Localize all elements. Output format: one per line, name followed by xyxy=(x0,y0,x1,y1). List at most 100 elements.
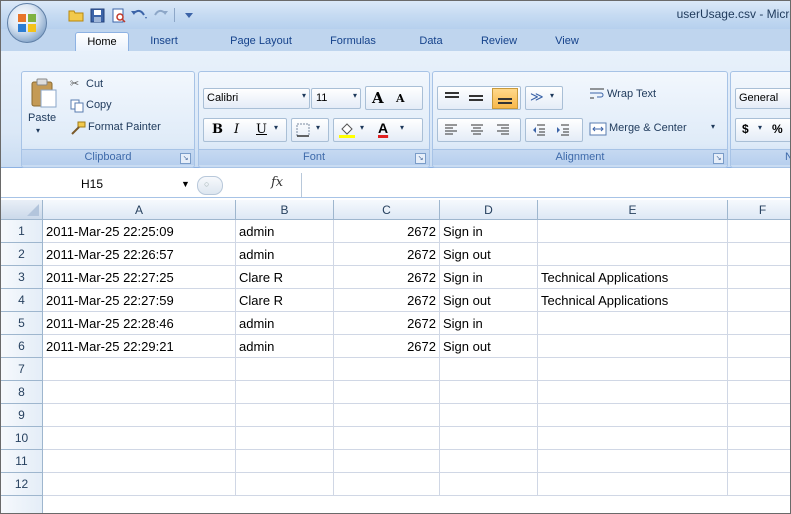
cell-f6[interactable] xyxy=(728,335,790,358)
cell-b12[interactable] xyxy=(236,473,334,496)
cell-b8[interactable] xyxy=(236,381,334,404)
fill-color-icon[interactable] xyxy=(338,121,356,139)
cell-b4[interactable]: Clare R xyxy=(236,289,334,312)
cell-f4[interactable] xyxy=(728,289,790,312)
tab-insert[interactable]: Insert xyxy=(141,32,187,51)
cell-e5[interactable] xyxy=(538,312,728,335)
cell-c7[interactable] xyxy=(334,358,440,381)
cell-c6[interactable]: 2672 xyxy=(334,335,440,358)
paste-button[interactable]: Paste ▾ xyxy=(26,76,62,148)
tab-review[interactable]: Review xyxy=(473,32,525,51)
cell-b1[interactable]: admin xyxy=(236,220,334,243)
cell-c10[interactable] xyxy=(334,427,440,450)
column-header-a[interactable]: A xyxy=(43,200,236,220)
cell-f7[interactable] xyxy=(728,358,790,381)
cell-d12[interactable] xyxy=(440,473,538,496)
tab-home[interactable]: Home xyxy=(75,32,129,52)
decrease-indent-icon[interactable] xyxy=(532,123,546,137)
cell-d8[interactable] xyxy=(440,381,538,404)
cell-a6[interactable]: 2011-Mar-25 22:29:21 xyxy=(43,335,236,358)
cell-d1[interactable]: Sign in xyxy=(440,220,538,243)
font-color-dropdown-icon[interactable]: ▾ xyxy=(400,123,404,132)
cell-e3[interactable]: Technical Applications xyxy=(538,266,728,289)
cell-a7[interactable] xyxy=(43,358,236,381)
formula-bar-expand-handle[interactable]: ○ xyxy=(197,176,223,195)
cell-d10[interactable] xyxy=(440,427,538,450)
cell-f9[interactable] xyxy=(728,404,790,427)
cell-d3[interactable]: Sign in xyxy=(440,266,538,289)
cell-a5[interactable]: 2011-Mar-25 22:28:46 xyxy=(43,312,236,335)
cell-a3[interactable]: 2011-Mar-25 22:27:25 xyxy=(43,266,236,289)
currency-dropdown-icon[interactable]: ▾ xyxy=(758,123,762,132)
cell-e7[interactable] xyxy=(538,358,728,381)
column-header-c[interactable]: C xyxy=(334,200,440,220)
cell-f5[interactable] xyxy=(728,312,790,335)
cell-e8[interactable] xyxy=(538,381,728,404)
cell-a11[interactable] xyxy=(43,450,236,473)
tab-view[interactable]: View xyxy=(545,32,589,51)
row-header[interactable] xyxy=(1,496,43,513)
cell-b7[interactable] xyxy=(236,358,334,381)
office-button[interactable] xyxy=(7,3,47,43)
cell-d2[interactable]: Sign out xyxy=(440,243,538,266)
orientation-button[interactable]: ≫ ▾ xyxy=(525,86,563,110)
cell-c5[interactable]: 2672 xyxy=(334,312,440,335)
currency-button[interactable]: $ xyxy=(742,122,749,136)
underline-dropdown-icon[interactable]: ▾ xyxy=(274,123,278,132)
row-header[interactable]: 1 xyxy=(1,220,43,243)
select-all-corner[interactable] xyxy=(1,200,43,220)
paste-dropdown-icon[interactable]: ▾ xyxy=(36,126,40,135)
row-header[interactable]: 4 xyxy=(1,289,43,312)
row-header[interactable]: 6 xyxy=(1,335,43,358)
align-bottom-button[interactable] xyxy=(492,88,518,109)
increase-indent-icon[interactable] xyxy=(556,123,570,137)
underline-button[interactable]: U xyxy=(256,122,267,137)
name-box[interactable]: H15 ▼ xyxy=(11,175,190,194)
cell-f1[interactable] xyxy=(728,220,790,243)
clipboard-dialog-launcher-icon[interactable]: ↘ xyxy=(180,153,191,164)
insert-function-icon[interactable]: fx xyxy=(271,175,283,190)
cell-c3[interactable]: 2672 xyxy=(334,266,440,289)
undo-icon[interactable] xyxy=(130,6,148,24)
redo-icon[interactable] xyxy=(151,6,169,24)
cell-a1[interactable]: 2011-Mar-25 22:25:09 xyxy=(43,220,236,243)
cell-c11[interactable] xyxy=(334,450,440,473)
column-header-f[interactable]: F xyxy=(728,200,790,220)
column-header-b[interactable]: B xyxy=(236,200,334,220)
align-left-icon[interactable] xyxy=(444,123,458,137)
row-header[interactable]: 7 xyxy=(1,358,43,381)
cell-d7[interactable] xyxy=(440,358,538,381)
copy-button[interactable]: Copy xyxy=(68,97,138,115)
cell-b5[interactable]: admin xyxy=(236,312,334,335)
cell-c8[interactable] xyxy=(334,381,440,404)
cell-e4[interactable]: Technical Applications xyxy=(538,289,728,312)
save-icon[interactable] xyxy=(88,6,106,24)
align-right-icon[interactable] xyxy=(496,123,510,137)
shrink-font-button[interactable]: A xyxy=(396,92,405,105)
cell-e1[interactable] xyxy=(538,220,728,243)
italic-button[interactable]: I xyxy=(234,122,239,137)
column-header-d[interactable]: D xyxy=(440,200,538,220)
cell-c1[interactable]: 2672 xyxy=(334,220,440,243)
row-header[interactable]: 12 xyxy=(1,473,43,496)
bold-button[interactable]: B xyxy=(212,122,223,137)
row-header[interactable]: 2 xyxy=(1,243,43,266)
cell-f12[interactable] xyxy=(728,473,790,496)
row-header[interactable]: 9 xyxy=(1,404,43,427)
cell-b11[interactable] xyxy=(236,450,334,473)
number-format-select[interactable]: General xyxy=(735,88,790,109)
cell-e6[interactable] xyxy=(538,335,728,358)
cell-d5[interactable]: Sign in xyxy=(440,312,538,335)
font-name-select[interactable]: Calibri ▾ xyxy=(203,88,310,109)
font-color-button[interactable]: A xyxy=(378,120,388,136)
cell-a2[interactable]: 2011-Mar-25 22:26:57 xyxy=(43,243,236,266)
cell-b3[interactable]: Clare R xyxy=(236,266,334,289)
cell-c2[interactable]: 2672 xyxy=(334,243,440,266)
cell-f11[interactable] xyxy=(728,450,790,473)
font-dialog-launcher-icon[interactable]: ↘ xyxy=(415,153,426,164)
tab-page-layout[interactable]: Page Layout xyxy=(221,32,301,51)
borders-button[interactable]: ▾ xyxy=(291,118,329,142)
cell-d4[interactable]: Sign out xyxy=(440,289,538,312)
open-folder-icon[interactable] xyxy=(67,6,85,24)
spreadsheet-grid[interactable]: A B C D E F 1 2011-Mar-25 22:25:09 admin… xyxy=(1,200,790,513)
